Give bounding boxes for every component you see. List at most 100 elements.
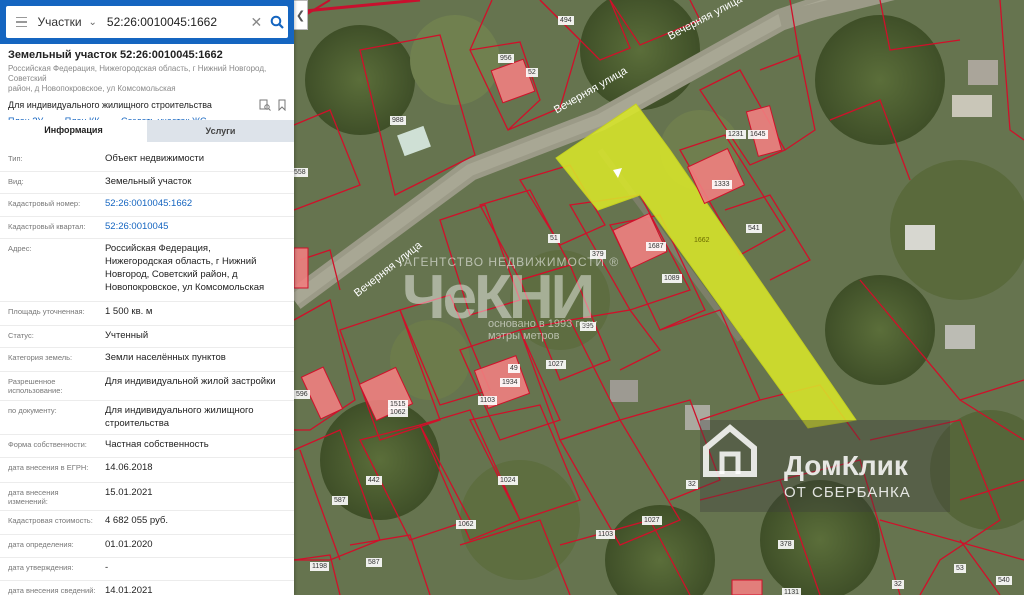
parcel-number-label[interactable]: 1027 (642, 516, 662, 525)
row-divider (0, 325, 294, 326)
parcel-number-label[interactable]: 596 (294, 390, 310, 399)
parcel-number-label[interactable]: 52 (526, 68, 538, 77)
property-key: Кадастровый квартал: (8, 222, 86, 231)
property-value: 14.06.2018 (105, 461, 290, 474)
property-value: Объект недвижимости (105, 152, 290, 165)
parcel-number-label[interactable]: 395 (580, 322, 596, 331)
parcel-number-label[interactable]: 32 (686, 480, 698, 489)
property-value-line: строительства (105, 418, 170, 429)
parcel-number-label[interactable]: 1089 (662, 274, 682, 283)
parcel-number-label[interactable]: 587 (366, 558, 382, 567)
parcel-number-label[interactable]: 1934 (500, 378, 520, 387)
parcel-number-label[interactable]: 379 (590, 250, 606, 259)
property-value: Российская Федерация, Нижегородская облас… (105, 242, 290, 294)
row-divider (0, 347, 294, 348)
parcel-number-label[interactable]: 51 (548, 234, 560, 243)
row-divider (0, 193, 294, 194)
property-value-line: Новгород, Советский район, д (105, 269, 238, 280)
sidebar-tabs: Информация Услуги (0, 120, 294, 142)
clear-icon[interactable]: ✕ (249, 14, 264, 31)
parcel-number-label[interactable]: 988 (390, 116, 406, 125)
property-key: дата внесения в ЕГРН: (8, 463, 89, 472)
parcel-number-label[interactable]: 1333 (712, 180, 732, 189)
parcel-number-label[interactable]: 540 (996, 576, 1012, 585)
layer-select[interactable]: Участки ⌄ (38, 15, 101, 29)
property-value: 15.01.2021 (105, 486, 290, 499)
row-divider (0, 434, 294, 435)
parcel-address-line: Российская Федерация, Нижегородская обла… (8, 64, 267, 83)
property-key: дата внесения сведений: (8, 586, 96, 595)
row-divider (0, 457, 294, 458)
chevron-down-icon: ⌄ (88, 16, 97, 28)
parcel-number-label[interactable]: 53 (954, 564, 966, 573)
property-value-line: 52:26:0010045 (105, 221, 169, 232)
property-value: - (105, 561, 290, 574)
parcel-number-label[interactable]: 1103 (478, 396, 498, 405)
parcel-number-label[interactable]: 558 (292, 168, 308, 177)
property-value-line: 01.01.2020 (105, 539, 153, 550)
property-value-line: Частная собственность (105, 439, 209, 450)
property-key: дата определения: (8, 540, 74, 549)
property-value-link[interactable]: 52:26:0010045 (105, 220, 290, 233)
parcel-number-label[interactable]: 1662 (692, 236, 712, 245)
row-divider (0, 557, 294, 558)
parcel-number-label[interactable]: 442 (366, 476, 382, 485)
parcel-number-label[interactable]: 956 (498, 54, 514, 63)
parcel-permitted-use: Для индивидуального жилищного строительс… (8, 100, 212, 110)
parcel-number-label[interactable]: 587 (332, 496, 348, 505)
tab-services[interactable]: Услуги (147, 120, 294, 142)
row-divider (0, 510, 294, 511)
parcel-number-label[interactable]: 1131 (782, 588, 802, 595)
parcel-number-label[interactable]: 1687 (646, 242, 666, 251)
parcel-number-label[interactable]: 32 (892, 580, 904, 589)
parcel-number-label[interactable]: 1645 (748, 130, 768, 139)
parcel-number-label[interactable]: 1103 (596, 530, 616, 539)
parcel-header: Земельный участок 52:26:0010045:1662 Рос… (8, 48, 288, 126)
property-value-line: Новопокровское, ул Комсомольская (105, 282, 265, 293)
property-key: Статус: (8, 331, 34, 340)
search-input[interactable] (106, 8, 247, 36)
property-key: Кадастровый номер: (8, 199, 81, 208)
search-document-icon[interactable] (259, 99, 271, 111)
parcel-number-label[interactable]: 1231 (726, 130, 746, 139)
property-key: по документу: (8, 406, 57, 415)
info-sidebar: Участки ⌄ ✕ Земельный участок 52:26:0010… (0, 0, 294, 595)
row-divider (0, 580, 294, 581)
property-key: Форма собственности: (8, 440, 87, 449)
collapse-panel-button[interactable]: ❮ (294, 0, 308, 30)
property-value-line: 14.01.2021 (105, 585, 153, 595)
property-value: Частная собственность (105, 438, 290, 451)
parcel-number-label[interactable]: 1062 (388, 408, 408, 417)
property-key: Вид: (8, 177, 24, 186)
parcel-number-label[interactable]: 378 (778, 540, 794, 549)
bookmark-icon[interactable] (276, 99, 288, 111)
parcel-address: Российская Федерация, Нижегородская обла… (8, 64, 288, 94)
search-icon (270, 15, 284, 29)
property-value-line: 1 500 кв. м (105, 306, 153, 317)
row-divider (0, 534, 294, 535)
property-value-line: Объект недвижимости (105, 153, 205, 164)
property-value: Для индивидуального жилищного строительст… (105, 404, 290, 430)
property-key: Площадь уточненная: (8, 307, 85, 316)
property-value-line: Российская Федерация, (105, 243, 211, 254)
property-value-line: Для индивидуального жилищного (105, 405, 254, 416)
search-button[interactable] (266, 15, 288, 29)
menu-icon[interactable] (6, 16, 38, 28)
parcel-number-label[interactable]: 1062 (456, 520, 476, 529)
row-divider (0, 171, 294, 172)
tab-information[interactable]: Информация (0, 120, 147, 142)
parcel-number-label[interactable]: 541 (746, 224, 762, 233)
property-value-link[interactable]: 52:26:0010045:1662 (105, 197, 290, 210)
parcel-number-label[interactable]: 1024 (498, 476, 518, 485)
parcel-number-label[interactable]: 494 (558, 16, 574, 25)
parcel-number-label[interactable]: 49 (508, 364, 520, 373)
property-key: Разрешенное использование: (8, 377, 63, 395)
parcel-number-label[interactable]: 1198 (310, 562, 330, 571)
property-value-line: 52:26:0010045:1662 (105, 198, 193, 209)
parcel-number-label[interactable]: 1027 (546, 360, 566, 369)
property-value-line: 15.01.2021 (105, 487, 153, 498)
property-value-line: Для индивидуальной жилой застройки (105, 376, 276, 387)
header-actions (259, 99, 288, 111)
layer-select-value: Участки (37, 15, 82, 29)
row-divider (0, 216, 294, 217)
